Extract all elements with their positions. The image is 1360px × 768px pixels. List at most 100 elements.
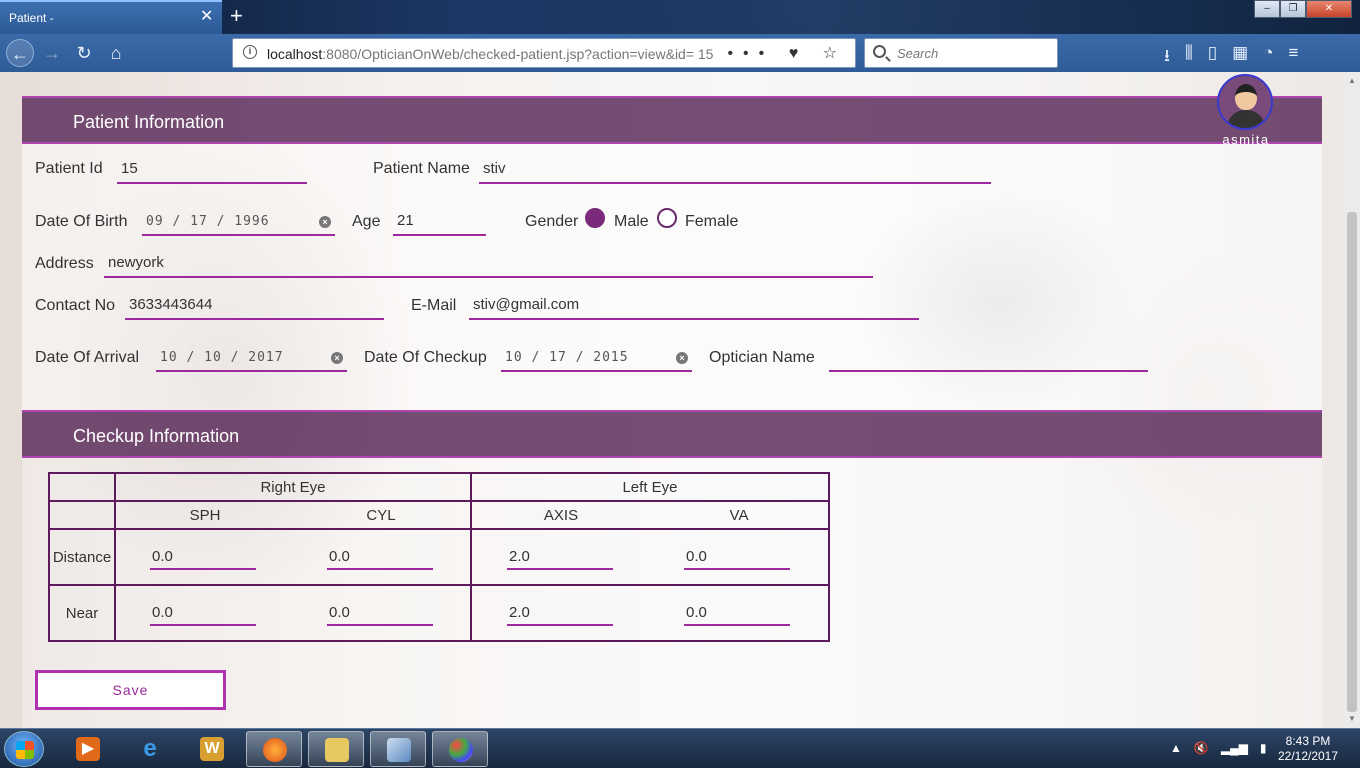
addon-icon[interactable]: ▦ bbox=[1232, 43, 1248, 72]
checkup-date-field[interactable]: 10 / 17 / 2015 bbox=[501, 342, 692, 372]
right-eye-header: Right Eye bbox=[114, 472, 472, 502]
optician-field[interactable] bbox=[829, 342, 1148, 372]
dob-clear-icon[interactable]: × bbox=[319, 216, 331, 228]
firefox-icon bbox=[263, 738, 287, 762]
word-taskbar-item[interactable]: W bbox=[184, 731, 240, 767]
near-cyl-field[interactable]: 0.0 bbox=[327, 600, 433, 626]
address-field[interactable]: newyork bbox=[104, 248, 873, 278]
browser-tab[interactable]: Patient - ✕ bbox=[0, 0, 222, 34]
empty-header-cell bbox=[48, 472, 116, 502]
patient-info-title: Patient Information bbox=[73, 112, 225, 132]
near-va-field[interactable]: 0.0 bbox=[684, 600, 790, 626]
dob-field[interactable]: 09 / 17 / 1996 bbox=[142, 206, 335, 236]
arrival-clear-icon[interactable]: × bbox=[331, 352, 343, 364]
reload-icon[interactable]: ↻ bbox=[70, 39, 98, 67]
email-field[interactable]: stiv@gmail.com bbox=[469, 290, 919, 320]
network-icon[interactable]: ▂▄▆ bbox=[1221, 741, 1248, 755]
tab-title: Patient - bbox=[9, 11, 54, 25]
distance-cyl-field[interactable]: 0.0 bbox=[327, 544, 433, 570]
firefox-taskbar-item[interactable] bbox=[246, 731, 302, 767]
menu-icon[interactable]: ≡ bbox=[1288, 43, 1298, 72]
left-eye-subheaders: AXIS VA bbox=[470, 500, 830, 530]
system-tray: ▲ 🔇 ▂▄▆ ▮ bbox=[1170, 741, 1266, 755]
contact-field[interactable]: 3633443644 bbox=[125, 290, 384, 320]
near-sph-field[interactable]: 0.0 bbox=[150, 600, 256, 626]
maximize-button[interactable]: ❐ bbox=[1280, 0, 1306, 18]
search-icon bbox=[873, 45, 886, 58]
patient-info-body: Patient Id 15 Patient Name stiv Date Of … bbox=[22, 144, 1322, 410]
page-content: Patient Information asmita Patient Id 15… bbox=[0, 72, 1344, 728]
checkup-date-clear-icon[interactable]: × bbox=[676, 352, 688, 364]
media-player-icon: ▶ bbox=[76, 737, 100, 761]
start-button[interactable] bbox=[4, 731, 44, 767]
patient-info-header: Patient Information bbox=[22, 96, 1322, 144]
download-icon[interactable]: ⭳ bbox=[1164, 43, 1170, 72]
checkup-info-title: Checkup Information bbox=[73, 426, 240, 446]
sidebar-icon[interactable]: ▯ bbox=[1208, 43, 1217, 72]
tray-expand-icon[interactable]: ▲ bbox=[1170, 741, 1182, 755]
new-tab-button[interactable]: + bbox=[230, 3, 243, 29]
save-button[interactable]: Save bbox=[35, 670, 226, 710]
window-controls: – ❐ ✕ bbox=[1254, 0, 1352, 18]
windows-logo-icon bbox=[16, 741, 34, 759]
ie-taskbar-item[interactable]: e bbox=[122, 731, 178, 767]
close-window-button[interactable]: ✕ bbox=[1306, 0, 1352, 18]
scroll-down-icon[interactable]: ▼ bbox=[1347, 714, 1357, 723]
browser-navbar: ← → ↻ ⌂ i localhost:8080/OpticianOnWeb/c… bbox=[0, 34, 1360, 72]
back-arrow-icon[interactable]: ← bbox=[6, 39, 34, 67]
library-icon[interactable]: ⫼ bbox=[1185, 43, 1193, 72]
optician-label: Optician Name bbox=[709, 349, 815, 366]
explorer-taskbar-item[interactable] bbox=[308, 731, 364, 767]
url-bar[interactable]: i localhost:8080/OpticianOnWeb/checked-p… bbox=[232, 38, 856, 68]
scroll-thumb[interactable] bbox=[1347, 212, 1357, 712]
email-label: E-Mail bbox=[411, 297, 457, 314]
cube-icon bbox=[387, 738, 411, 762]
col-sph-header: SPH bbox=[189, 506, 221, 524]
taskbar-clock[interactable]: 8:43 PM 22/12/2017 bbox=[1270, 734, 1346, 764]
search-input[interactable]: Search bbox=[897, 46, 938, 61]
distance-right-cells: 0.0 0.0 bbox=[114, 528, 472, 586]
gender-male-radio[interactable] bbox=[585, 208, 605, 228]
forward-arrow-icon[interactable]: → bbox=[38, 39, 66, 67]
page-actions-icons[interactable]: ••• ♥ ☆ bbox=[727, 43, 847, 63]
arrival-field[interactable]: 10 / 10 / 2017 bbox=[156, 342, 347, 372]
clock-date: 22/12/2017 bbox=[1277, 749, 1339, 763]
arrival-label: Date Of Arrival bbox=[35, 349, 140, 366]
table-row: Near 0.0 0.0 2.0 0.0 bbox=[48, 584, 830, 642]
gender-female-radio[interactable] bbox=[657, 208, 677, 228]
power-icon[interactable]: ▮ bbox=[1260, 741, 1267, 755]
site-info-icon[interactable]: i bbox=[243, 45, 257, 59]
patient-id-field[interactable]: 15 bbox=[117, 154, 307, 184]
table-row: Distance 0.0 0.0 2.0 0.0 bbox=[48, 528, 830, 586]
taskbar: ▶ e W ▲ 🔇 ▂▄▆ ▮ 8:43 PM 22/12/2017 bbox=[0, 728, 1360, 768]
near-axis-field[interactable]: 2.0 bbox=[507, 600, 613, 626]
minimize-button[interactable]: – bbox=[1254, 0, 1280, 18]
row-label-distance: Distance bbox=[48, 528, 116, 586]
scroll-up-icon[interactable]: ▲ bbox=[1347, 76, 1357, 85]
paint-palette-icon bbox=[449, 738, 473, 762]
media-player-taskbar-item[interactable]: ▶ bbox=[60, 731, 116, 767]
paint-taskbar-item[interactable] bbox=[432, 731, 488, 767]
patient-id-label: Patient Id bbox=[35, 160, 103, 177]
distance-axis-field[interactable]: 2.0 bbox=[507, 544, 613, 570]
checkup-info-header: Checkup Information bbox=[22, 410, 1322, 458]
row-label-near: Near bbox=[48, 584, 116, 642]
avatar-head bbox=[1235, 84, 1257, 110]
url-host: localhost bbox=[267, 46, 323, 62]
virtualbox-taskbar-item[interactable] bbox=[370, 731, 426, 767]
col-va-header: VA bbox=[729, 506, 749, 524]
near-left-cells: 2.0 0.0 bbox=[470, 584, 830, 642]
volume-muted-icon[interactable]: 🔇 bbox=[1194, 741, 1209, 755]
age-field[interactable]: 21 bbox=[393, 206, 486, 236]
col-cyl-header: CYL bbox=[366, 506, 396, 524]
tab-close-icon[interactable]: ✕ bbox=[200, 9, 213, 25]
age-label: Age bbox=[352, 213, 381, 230]
user-avatar[interactable] bbox=[1217, 74, 1273, 130]
home-icon[interactable]: ⌂ bbox=[102, 39, 130, 67]
distance-va-field[interactable]: 0.0 bbox=[684, 544, 790, 570]
patient-name-field[interactable]: stiv bbox=[479, 154, 991, 184]
page-scrollbar[interactable]: ▲ ▼ bbox=[1344, 72, 1360, 728]
search-bar[interactable]: Search bbox=[864, 38, 1058, 68]
distance-sph-field[interactable]: 0.0 bbox=[150, 544, 256, 570]
bulb-icon[interactable]: ◔ bbox=[1263, 43, 1273, 72]
